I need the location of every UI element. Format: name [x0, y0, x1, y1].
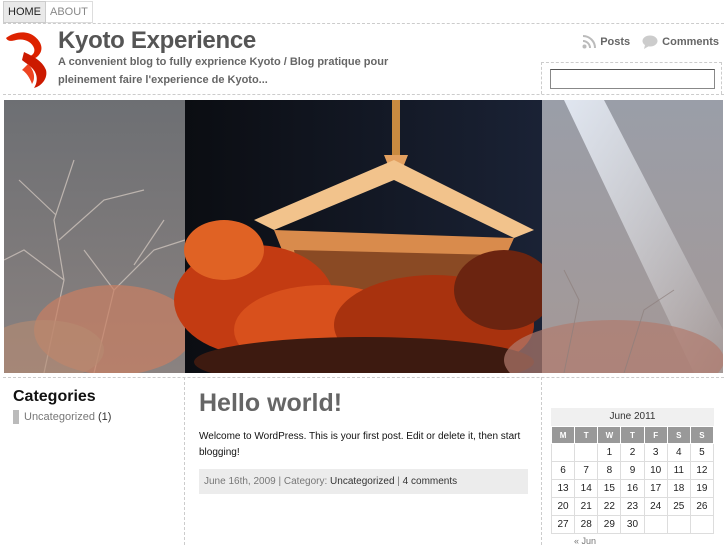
calendar-day: 18: [666, 479, 691, 498]
meta-separator: |: [394, 476, 403, 487]
kyoto-logo-icon: [6, 32, 47, 88]
calendar-weekday: F: [643, 426, 668, 444]
posts-feed-link[interactable]: Posts: [582, 35, 630, 49]
calendar-day: 19: [689, 479, 715, 498]
calendar-day: 8: [597, 461, 622, 480]
category-count: (1): [97, 411, 112, 423]
category-link-uncategorized[interactable]: Uncategorized: [24, 411, 95, 423]
calendar-widget: June 2011 MTWTFSS 1 2 3 4 5 6 7 8 9 10 11 12 13 14 15 1…: [550, 408, 715, 545]
calendar-day: 6: [550, 461, 576, 480]
calendar-day: 20: [550, 497, 576, 516]
post-comments-link[interactable]: 4 comments: [403, 476, 457, 487]
comment-bubble-icon: [642, 35, 658, 49]
header-banner-image: [4, 100, 723, 373]
comments-feed-label: Comments: [662, 36, 719, 48]
calendar-caption: June 2011: [551, 408, 714, 426]
calendar-day: 11: [666, 461, 691, 480]
calendar-week-row: 6 7 8 9 10 11 12: [550, 461, 715, 480]
calendar-weekday: S: [666, 426, 691, 444]
nav-about-link[interactable]: ABOUT: [46, 1, 93, 23]
calendar-weekday: T: [620, 426, 645, 444]
nav-home-link[interactable]: HOME: [3, 1, 46, 23]
posts-feed-label: Posts: [600, 36, 631, 48]
calendar-day: 7: [574, 461, 599, 480]
calendar-day: 2: [620, 443, 645, 462]
calendar-day: 27: [550, 515, 576, 534]
calendar-day: 10: [643, 461, 668, 480]
column-divider-left: [184, 377, 185, 545]
calendar-weekday: M: [550, 426, 576, 444]
calendar-prev-month-link[interactable]: « Jun: [551, 536, 714, 545]
calendar-day: 23: [620, 497, 645, 516]
kyoto-pagoda-night-image: [4, 100, 723, 373]
calendar-weekday: S: [689, 426, 715, 444]
feed-links: Posts Comments: [570, 35, 719, 49]
calendar-day: 9: [620, 461, 645, 480]
column-divider-right: [541, 377, 542, 545]
calendar-weekday: W: [597, 426, 622, 444]
calendar-day: 13: [550, 479, 576, 498]
search-input[interactable]: [550, 69, 715, 89]
content-divider: [3, 377, 724, 378]
calendar-day: 22: [597, 497, 622, 516]
search-box: [541, 62, 722, 94]
calendar-day: 17: [643, 479, 668, 498]
calendar-day: [666, 515, 691, 534]
calendar-week-row: 13 14 15 16 17 18 19: [550, 479, 715, 498]
calendar-weekday: T: [574, 426, 599, 444]
categories-heading: Categories: [13, 388, 96, 405]
calendar-day: 12: [689, 461, 715, 480]
calendar-day: 14: [574, 479, 599, 498]
divider: [3, 23, 724, 24]
calendar-day: 1: [597, 443, 622, 462]
calendar-day: 21: [574, 497, 599, 516]
calendar-day: 4: [666, 443, 691, 462]
post-category-link[interactable]: Uncategorized: [330, 476, 394, 487]
calendar-day: 16: [620, 479, 645, 498]
comments-feed-link[interactable]: Comments: [642, 35, 719, 49]
post-meta: June 16th, 2009 | Category: Uncategorize…: [199, 469, 528, 494]
header-divider: [3, 94, 724, 95]
site-description: A convenient blog to fully exprience Kyo…: [58, 56, 389, 86]
calendar-day: 24: [643, 497, 668, 516]
calendar-day: 25: [666, 497, 691, 516]
site-logo[interactable]: [4, 30, 50, 90]
category-bullet: [13, 410, 19, 424]
calendar-week-row: 20 21 22 23 24 25 26: [550, 497, 715, 516]
calendar-day: [689, 515, 715, 534]
rss-icon: [582, 35, 597, 49]
calendar-week-row: 12345: [550, 443, 715, 462]
category-item: Uncategorized (1): [13, 410, 111, 424]
post-body: Welcome to WordPress. This is your first…: [199, 431, 521, 458]
calendar-day: 3: [643, 443, 668, 462]
calendar-day: 26: [689, 497, 715, 516]
calendar-day: 5: [689, 443, 715, 462]
calendar-day: [550, 443, 576, 462]
category-prefix: | Category:: [275, 476, 331, 487]
post-date: June 16th, 2009: [204, 476, 276, 487]
calendar-weekday-row: MTWTFSS: [550, 426, 715, 444]
post-title[interactable]: Hello world!: [199, 389, 342, 418]
calendar-day: 29: [597, 515, 622, 534]
calendar-day: 30: [620, 515, 645, 534]
calendar-day: 15: [597, 479, 622, 498]
calendar-day: [574, 443, 599, 462]
top-nav: HOME ABOUT: [3, 1, 93, 23]
calendar-table: MTWTFSS 1 2 3 4 5 6 7 8 9 10 11 12 13 14 15 16 17 18 19 20 2…: [550, 426, 715, 534]
calendar-week-row: 27 28 29 30: [550, 515, 715, 534]
site-title[interactable]: Kyoto Experience: [58, 27, 256, 55]
calendar-day: [643, 515, 668, 534]
calendar-day: 28: [574, 515, 599, 534]
